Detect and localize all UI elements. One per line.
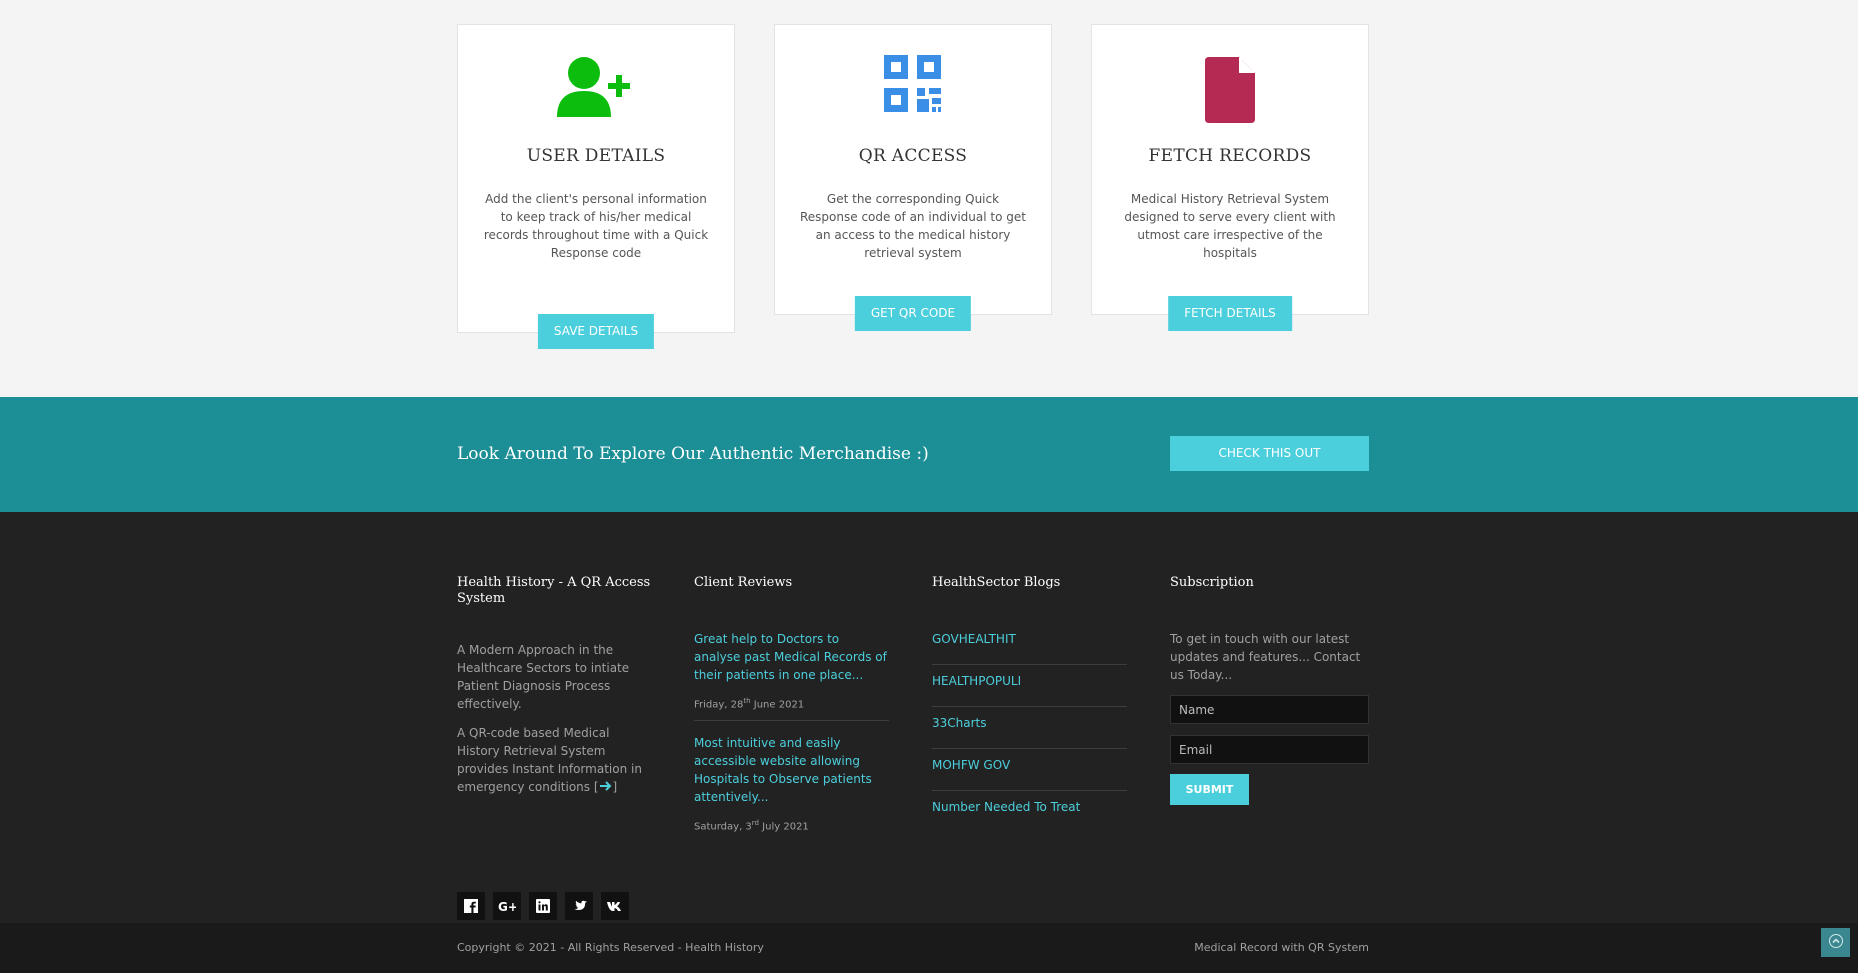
vk-icon[interactable] <box>601 892 629 920</box>
copyright-text: Copyright © 2021 - All Rights Reserved -… <box>457 941 764 954</box>
social-links: G+ <box>457 892 629 920</box>
chevron-up-icon <box>1828 933 1843 952</box>
features-section: USER DETAILS Add the client's personal i… <box>0 0 1858 397</box>
get-qr-code-button[interactable]: GET QR CODE <box>854 296 972 331</box>
blog-link-mohfw[interactable]: MOHFW GOV <box>932 756 1127 791</box>
banner-text: Look Around To Explore Our Authentic Mer… <box>457 444 929 464</box>
footer: Health History - A QR Access System A Mo… <box>0 512 1858 923</box>
footer-subscription: Subscription To get in touch with our la… <box>1170 575 1369 805</box>
divider <box>694 720 889 722</box>
subscription-title: Subscription <box>1170 575 1254 590</box>
footer-client-reviews: Client Reviews Great help to Doctors to … <box>694 575 889 833</box>
check-this-out-button[interactable]: CHECK THIS OUT <box>1170 436 1369 471</box>
card-title: FETCH RECORDS <box>1148 146 1312 166</box>
blog-link-healthpopuli[interactable]: HEALTHPOPULI <box>932 672 1127 707</box>
reviews-title: Client Reviews <box>694 575 793 590</box>
about-title: Health History - A QR Access System <box>457 575 651 606</box>
scroll-to-top-button[interactable] <box>1821 928 1850 957</box>
blog-link-nnt[interactable]: Number Needed To Treat <box>932 798 1127 841</box>
qr-code-icon <box>884 55 942 117</box>
bottom-bar: Copyright © 2021 - All Rights Reserved -… <box>0 923 1858 973</box>
linkedin-icon[interactable] <box>529 892 557 920</box>
fetch-details-button[interactable]: FETCH DETAILS <box>1168 296 1292 331</box>
blog-link-govhealthit[interactable]: GOVHEALTHIT <box>932 630 1127 665</box>
tagline-text: Medical Record with QR System <box>1194 941 1369 954</box>
google-plus-icon[interactable]: G+ <box>493 892 521 920</box>
email-input[interactable] <box>1170 735 1369 764</box>
card-title: QR ACCESS <box>858 146 968 166</box>
footer-blogs: HealthSector Blogs GOVHEALTHIT HEALTHPOP… <box>932 575 1127 841</box>
about-paragraph: A Modern Approach in the Healthcare Sect… <box>457 643 630 711</box>
about-paragraph-2: A QR-code based Medical History Retrieva… <box>457 726 642 794</box>
fetch-records-card: FETCH RECORDS Medical History Retrieval … <box>1091 24 1369 331</box>
card-description: Add the client's personal information to… <box>483 192 709 260</box>
twitter-icon[interactable] <box>565 892 593 920</box>
facebook-icon[interactable] <box>457 892 485 920</box>
user-details-card: USER DETAILS Add the client's personal i… <box>457 24 735 349</box>
subscription-text: To get in touch with our latest updates … <box>1170 632 1361 682</box>
blog-link-33charts[interactable]: 33Charts <box>932 714 1127 749</box>
card-description: Medical History Retrieval System designe… <box>1124 192 1336 260</box>
save-details-button[interactable]: SAVE DETAILS <box>537 314 655 349</box>
review-date: Saturday, 3rd July 2021 <box>694 819 809 833</box>
document-icon <box>1205 57 1255 127</box>
blogs-title: HealthSector Blogs <box>932 575 1061 590</box>
blog-links: GOVHEALTHIT HEALTHPOPULI 33Charts MOHFW … <box>932 630 1127 841</box>
submit-button[interactable]: SUBMIT <box>1170 774 1249 805</box>
review-link[interactable]: Great help to Doctors to analyse past Me… <box>694 630 889 684</box>
qr-access-card: QR ACCESS Get the corresponding Quick Re… <box>774 24 1052 331</box>
card-title: USER DETAILS <box>526 146 666 166</box>
card-description: Get the corresponding Quick Response cod… <box>800 192 1026 260</box>
review-link[interactable]: Most intuitive and easily accessible web… <box>694 734 889 806</box>
user-plus-icon <box>555 55 637 121</box>
name-input[interactable] <box>1170 695 1369 724</box>
review-date: Friday, 28th June 2021 <box>694 697 805 711</box>
footer-about: Health History - A QR Access System A Mo… <box>457 575 652 935</box>
svg-text:G+: G+ <box>498 900 516 912</box>
merchandise-banner: Look Around To Explore Our Authentic Mer… <box>0 397 1858 512</box>
arrow-right-icon[interactable] <box>599 779 613 791</box>
